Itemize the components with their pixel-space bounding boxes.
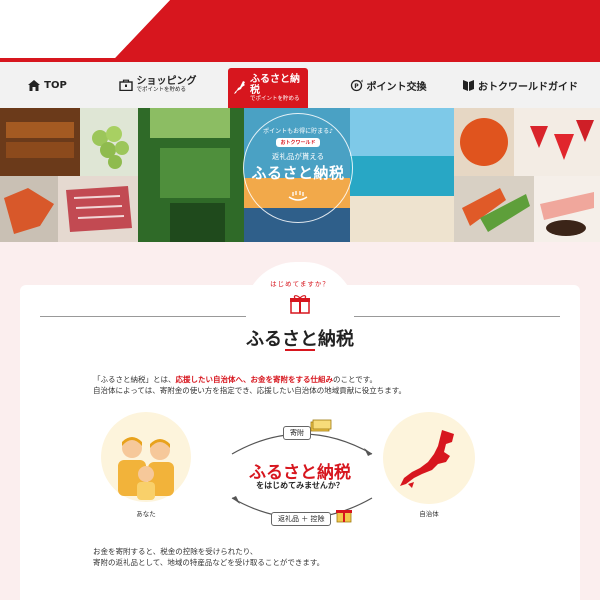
gift-icon: [290, 295, 310, 314]
family-illustration: [118, 437, 174, 500]
nav-label: ショッピング: [136, 76, 197, 88]
return-gift-pill: 返礼品 ＋ 控除: [271, 512, 332, 526]
nav-item-guide[interactable]: おトクワールドガイド: [448, 62, 593, 108]
intro-paragraph-2: お金を寄附すると、税金の控除を受けられたり、 寄附の返礼品として、地域の特産品な…: [93, 546, 324, 569]
sunset-hands-icon: [288, 190, 308, 201]
nav-item-top[interactable]: TOP: [0, 62, 95, 108]
paragraph-highlight: 応援したい自治体へ、お金を寄附をする仕組み: [175, 375, 334, 384]
center-subtitle: をはじめてみませんか？: [256, 481, 344, 490]
nav-sublabel: でポイントを貯める: [136, 87, 187, 94]
money-icon: [310, 419, 332, 432]
paragraph-text: 「ふるさと納税」とは、: [93, 375, 176, 384]
section-title: ふるさと納税: [246, 329, 354, 350]
municipality-caption: 自治体: [419, 510, 439, 518]
you-caption: あなた: [136, 510, 156, 518]
nav-label: おトクワールドガイド: [478, 81, 578, 93]
hero-badge: ポイントもお得に貯まる♪ おトクワールド 返礼品が貰える ふるさと納税: [243, 113, 353, 223]
nav-item-shopping[interactable]: ショッピング でポイントを貯める: [95, 62, 220, 108]
title-divider-right: [354, 316, 560, 317]
book-icon: [463, 80, 474, 91]
badge-arc-text: ポイントもお得に貯まる♪: [263, 127, 333, 135]
title-underline: [285, 349, 315, 351]
paragraph-text: のことです。: [333, 375, 378, 384]
paragraph-text: 寄附の返礼品として、地域の特産品などを受け取ることができます。: [93, 558, 325, 568]
gift-box-icon: [336, 510, 352, 523]
nav-label: TOP: [44, 79, 67, 91]
intro-kicker: はじめてますか？: [270, 280, 330, 288]
donation-pill: 寄附: [283, 426, 311, 440]
japan-map-illustration: [400, 430, 454, 488]
nav-item-point-exchange[interactable]: P ポイント交換: [328, 62, 448, 108]
home-icon: [28, 79, 41, 91]
badge-line2: ふるさと納税: [251, 163, 345, 182]
paragraph-text: お金を寄附すると、税金の控除を受けられたり、: [93, 547, 258, 556]
nav-label: ポイント交換: [366, 81, 427, 93]
svg-text:P: P: [354, 83, 359, 90]
badge-line1: 返礼品が貰える: [271, 151, 325, 161]
shopping-bag-icon: [118, 79, 133, 91]
japan-map-icon: [234, 81, 245, 94]
paragraph-text: 自治体によっては、寄附金の使い方を指定でき、応援したい自治体の地域貢献に役立ちま…: [93, 386, 406, 396]
nav-sublabel: でポイントを貯める: [250, 95, 300, 102]
header-decoration: [0, 0, 600, 62]
title-divider-left: [40, 316, 246, 317]
global-nav: TOP ショッピング でポイントを貯める ふるさと納税 でポイントを貯める P …: [0, 62, 600, 108]
nav-item-furusato[interactable]: ふるさと納税 でポイントを貯める: [228, 68, 308, 108]
exchange-icon: P: [350, 79, 362, 91]
intro-paragraph-1: 「ふるさと納税」とは、応援したい自治体へ、お金を寄附をする仕組みのことです。 自…: [93, 374, 406, 397]
nav-label: ふるさと納税: [250, 73, 300, 96]
otoku-world-logo: おトクワールド: [276, 137, 320, 147]
